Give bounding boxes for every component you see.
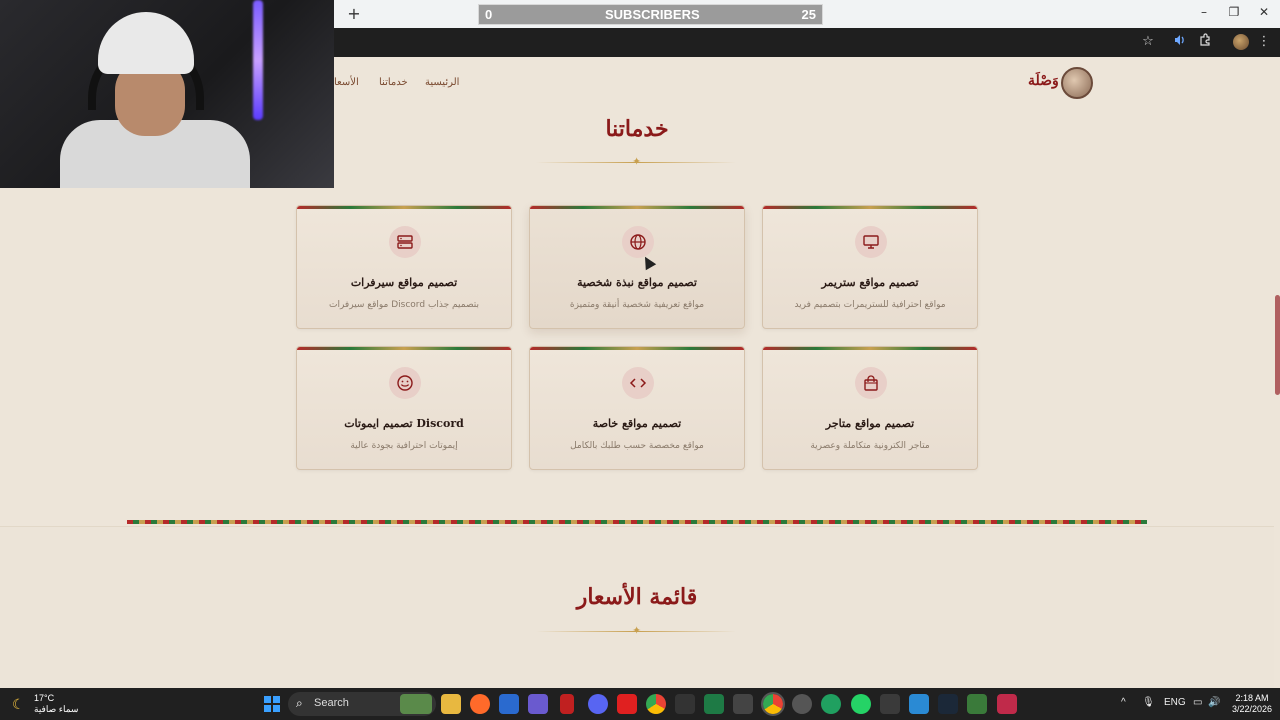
restore-button[interactable]: ❐ <box>1224 5 1244 19</box>
shopping-bag-icon <box>855 367 887 399</box>
subscriber-start: 0 <box>485 7 493 22</box>
card-description: مواقع تعريفية شخصية أنيقة ومتميزة <box>569 300 705 310</box>
file-explorer-icon[interactable] <box>441 694 461 714</box>
service-card-personal[interactable]: تصميم مواقع نبذة شخصية مواقع تعريفية شخص… <box>529 205 745 329</box>
card-title: تصميم مواقع متاجر <box>825 417 915 430</box>
sheets-icon[interactable] <box>967 694 987 714</box>
service-card-emotes[interactable]: تصميم ايموتات Discord إيموتات احترافية ب… <box>296 346 512 470</box>
service-card-stores[interactable]: تصميم مواقع متاجر متاجر الكترونية متكامل… <box>762 346 978 470</box>
app-icon-orange[interactable] <box>470 694 490 714</box>
app-icon-circle[interactable] <box>792 694 812 714</box>
nav-link-prices[interactable]: الأسعا <box>334 77 359 88</box>
youtube-icon[interactable] <box>617 694 637 714</box>
smiley-icon <box>389 367 421 399</box>
code-icon <box>622 367 654 399</box>
minimize-button[interactable]: – <box>1194 5 1214 19</box>
site-logo-image[interactable] <box>1061 67 1093 99</box>
clock-time: 2:18 AM <box>1235 693 1269 703</box>
webcam-overlay <box>0 0 334 188</box>
card-title: تصميم مواقع ستريمر <box>821 276 919 289</box>
card-top-stripe <box>297 347 511 350</box>
card-description: مواقع مخصصة حسب طلبك بالكامل <box>570 441 704 451</box>
flag-stripe-divider <box>127 520 1147 524</box>
card-title: تصميم مواقع خاصة <box>592 417 682 430</box>
nav-link-home[interactable]: الرئيسية <box>425 77 459 88</box>
moon-icon[interactable]: ☾ <box>12 696 25 713</box>
site-logo-text[interactable]: وَصْلَة <box>1028 73 1059 89</box>
card-top-stripe <box>530 347 744 350</box>
teams-icon[interactable] <box>528 694 548 714</box>
search-label: Search <box>314 697 349 709</box>
search-icon: ⌕ <box>296 696 303 710</box>
app-icon-green[interactable] <box>821 694 841 714</box>
card-title: تصميم مواقع سيرفرات <box>350 276 458 289</box>
server-icon <box>389 226 421 258</box>
services-title: خدماتنا <box>605 116 669 142</box>
taskbar-clock[interactable]: 2:18 AM 3/22/2026 <box>1228 693 1276 715</box>
weather-temperature[interactable]: 17°C <box>34 693 54 703</box>
streamer-cap <box>98 12 194 74</box>
prices-title: قائمة الأسعار <box>576 584 698 610</box>
nav-link-services[interactable]: خدماتنا <box>379 77 408 88</box>
excel-icon[interactable] <box>704 694 724 714</box>
service-card-custom[interactable]: تصميم مواقع خاصة مواقع مخصصة حسب طلبك با… <box>529 346 745 470</box>
widget-app-icon[interactable] <box>400 694 432 714</box>
subscriber-goal-bar: 0 SUBSCRIBERS 25 <box>478 4 823 25</box>
profile-avatar[interactable] <box>1233 34 1249 50</box>
card-top-stripe <box>530 206 744 209</box>
service-card-servers[interactable]: تصميم مواقع سيرفرات مواقع سيرفرات Discor… <box>296 205 512 329</box>
card-top-stripe <box>763 206 977 209</box>
card-top-stripe <box>763 347 977 350</box>
chrome-active-icon[interactable] <box>761 692 785 716</box>
steam-icon[interactable] <box>938 694 958 714</box>
weather-description[interactable]: سماء صافية <box>34 704 78 715</box>
prices-diamond-icon: ✦ <box>632 624 642 637</box>
card-top-stripe <box>297 206 511 209</box>
windows-start-icon[interactable] <box>264 696 280 712</box>
network-icon[interactable]: ▭ <box>1193 697 1202 708</box>
language-indicator[interactable]: ENG <box>1164 697 1186 708</box>
card-title: تصميم مواقع نبذة شخصية <box>577 276 697 289</box>
app-icon-red[interactable] <box>560 694 574 714</box>
discord-icon[interactable] <box>588 694 608 714</box>
extensions-icon[interactable] <box>1196 33 1214 51</box>
read-aloud-icon[interactable] <box>1171 33 1189 51</box>
more-menu-icon[interactable]: ⋮ <box>1255 33 1273 51</box>
page-scrollbar-thumb[interactable] <box>1275 295 1280 395</box>
app-icon-grey[interactable] <box>733 694 753 714</box>
bookmark-star-icon[interactable]: ☆ <box>1139 33 1157 51</box>
tray-overflow-icon[interactable]: ^ <box>1121 697 1126 708</box>
chrome-icon[interactable] <box>646 694 666 714</box>
close-button[interactable]: ✕ <box>1254 5 1274 19</box>
card-description: مواقع سيرفرات Discord بتصميم جذاب <box>328 300 479 310</box>
service-card-streamer[interactable]: تصميم مواقع ستريمر مواقع احترافية للستري… <box>762 205 978 329</box>
store-icon[interactable] <box>499 694 519 714</box>
card-description: متاجر الكترونية متكاملة وعصرية <box>810 441 930 451</box>
telegram-icon[interactable] <box>909 694 929 714</box>
microphone-icon[interactable]: 🎙 <box>1142 697 1155 708</box>
speaker-icon[interactable]: 🔊 <box>1208 697 1220 708</box>
windows-taskbar: ☾ 17°C سماء صافية ⌕ Search ^ 🎙 ENG ▭ 🔊 2… <box>0 688 1280 720</box>
clock-date: 3/22/2026 <box>1231 704 1273 714</box>
card-description: إيموتات احترافية بجودة عالية <box>350 441 458 451</box>
app-icon-dark[interactable] <box>675 694 695 714</box>
services-diamond-icon: ✦ <box>632 155 642 168</box>
site-navbar: الأسعا خدماتنا الرئيسية <box>334 57 1274 113</box>
neon-light <box>253 0 263 120</box>
new-tab-button[interactable]: + <box>345 4 363 24</box>
whatsapp-icon[interactable] <box>851 694 871 714</box>
card-description: مواقع احترافية للستريمرات بتصميم فريد <box>794 300 946 310</box>
app-icon-pink[interactable] <box>997 694 1017 714</box>
subscriber-goal: 25 <box>801 7 816 22</box>
card-title: تصميم ايموتات Discord <box>344 417 464 430</box>
app-icon-back[interactable] <box>880 694 900 714</box>
monitor-icon <box>855 226 887 258</box>
subscriber-label: SUBSCRIBERS <box>605 7 700 22</box>
